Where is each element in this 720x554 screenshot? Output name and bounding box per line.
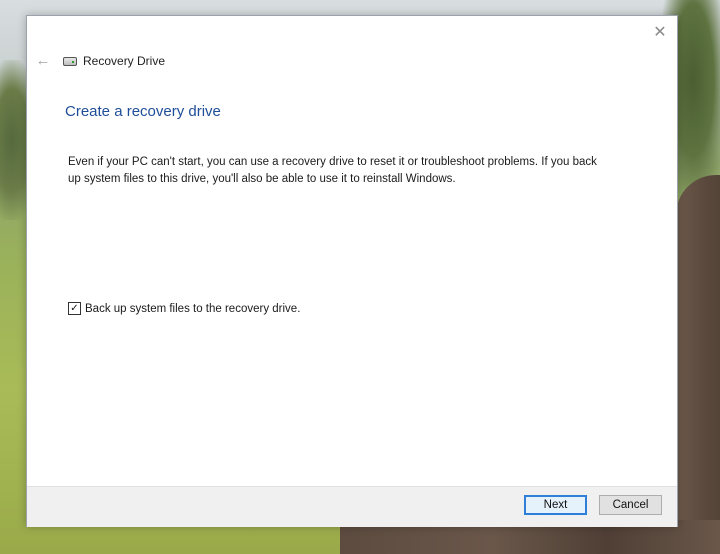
- next-button[interactable]: Next: [524, 495, 587, 515]
- recovery-drive-dialog: ✕ ← Recovery Drive Create a recovery dri…: [26, 15, 678, 527]
- close-icon[interactable]: ✕: [648, 21, 672, 43]
- backup-system-files-option[interactable]: ✓ Back up system files to the recovery d…: [68, 302, 300, 315]
- backup-system-files-checkbox[interactable]: ✓: [68, 302, 81, 315]
- cancel-button[interactable]: Cancel: [599, 495, 662, 515]
- drive-icon: [63, 56, 77, 66]
- window-titlebar: Recovery Drive: [63, 53, 165, 69]
- back-arrow-icon[interactable]: ←: [34, 52, 52, 69]
- backup-system-files-label[interactable]: Back up system files to the recovery dri…: [85, 303, 300, 315]
- wallpaper-elephant: [676, 175, 720, 554]
- description-text: Even if your PC can't start, you can use…: [68, 156, 597, 185]
- page-title: Create a recovery drive: [65, 103, 221, 120]
- window-title: Recovery Drive: [83, 54, 166, 68]
